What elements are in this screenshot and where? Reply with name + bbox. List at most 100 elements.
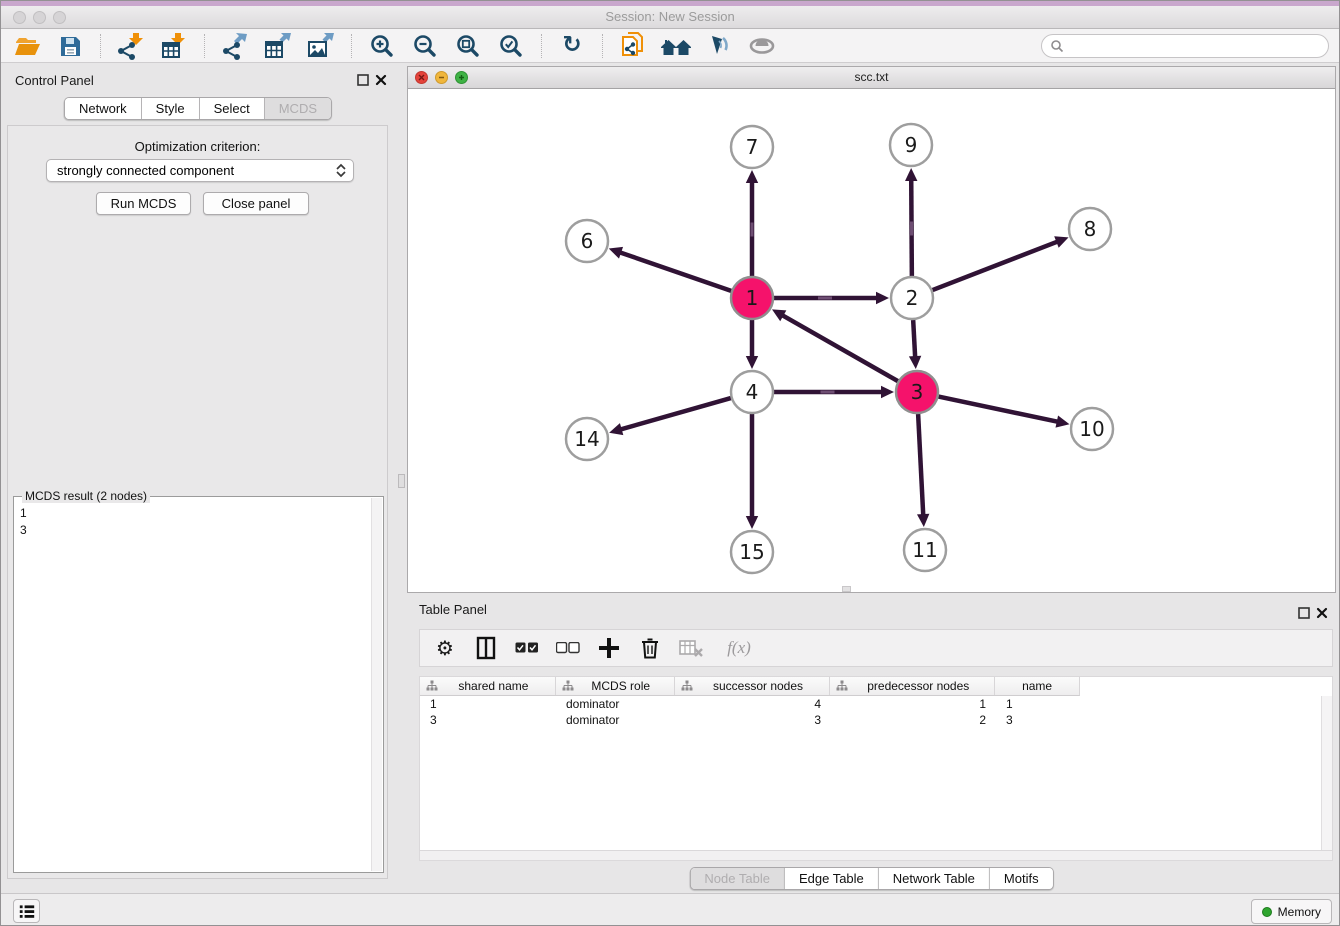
- edge-label-mark: [910, 221, 913, 235]
- criterion-dropdown[interactable]: strongly connected component: [46, 159, 354, 182]
- result-scrollbar[interactable]: [371, 498, 382, 871]
- task-history-button[interactable]: [13, 899, 40, 923]
- select-all-button[interactable]: [514, 635, 540, 661]
- export-image-icon: [306, 32, 336, 60]
- column-header-MCDS-role[interactable]: MCDS role: [556, 677, 675, 695]
- export-image-button[interactable]: [305, 32, 337, 60]
- network-from-file-button[interactable]: [617, 32, 649, 60]
- table-cell: 4: [675, 697, 831, 711]
- table-scrollbar[interactable]: [1321, 696, 1332, 850]
- edge-arrowhead: [917, 514, 929, 527]
- close-table-panel-icon[interactable]: [1316, 607, 1328, 619]
- column-header-successor-nodes[interactable]: successor nodes: [675, 677, 831, 695]
- tab-network[interactable]: Network: [65, 98, 142, 119]
- zoom-in-icon: [369, 33, 395, 59]
- graph-node-label: 3: [911, 380, 924, 404]
- table-tab-motifs[interactable]: Motifs: [990, 868, 1053, 889]
- search-input[interactable]: [1070, 39, 1320, 53]
- float-table-panel-icon[interactable]: [1298, 607, 1310, 619]
- close-panel-button[interactable]: Close panel: [203, 192, 309, 215]
- graph-edge-3-11[interactable]: [918, 414, 923, 516]
- edge-arrowhead: [746, 356, 758, 369]
- table-settings-button[interactable]: ⚙: [432, 635, 458, 661]
- table-row[interactable]: 1dominator411: [420, 696, 1332, 712]
- refresh-view-button[interactable]: ↻: [556, 32, 588, 60]
- import-network-button[interactable]: [115, 32, 147, 60]
- hierarchy-icon: [426, 680, 438, 692]
- add-row-button[interactable]: [596, 635, 622, 661]
- fit-content-button[interactable]: [452, 32, 484, 60]
- window-close-icon[interactable]: [13, 11, 26, 24]
- window-zoom-icon[interactable]: [53, 11, 66, 24]
- column-options-button[interactable]: [473, 635, 499, 661]
- delete-row-button[interactable]: [637, 635, 663, 661]
- deselect-all-button[interactable]: [555, 635, 581, 661]
- open-session-button[interactable]: [11, 32, 43, 60]
- column-header-shared-name[interactable]: shared name: [420, 677, 556, 695]
- trash-icon: [639, 636, 661, 660]
- zoom-selected-button[interactable]: [495, 32, 527, 60]
- graph-edge-2-3[interactable]: [913, 320, 915, 358]
- toolbar-separator: [602, 34, 603, 58]
- network-maximize-icon[interactable]: [455, 71, 468, 84]
- graph-edge-4-14[interactable]: [620, 398, 731, 430]
- table-hscrollbar[interactable]: [419, 851, 1333, 861]
- run-mcds-button[interactable]: Run MCDS: [96, 192, 191, 215]
- graph-edge-1-6[interactable]: [619, 252, 731, 291]
- export-network-icon: [220, 32, 250, 60]
- import-table-button[interactable]: [158, 32, 190, 60]
- export-table-button[interactable]: [262, 32, 294, 60]
- save-session-button[interactable]: [54, 32, 86, 60]
- zoom-out-button[interactable]: [409, 32, 441, 60]
- table-row[interactable]: 3dominator323: [420, 712, 1332, 728]
- control-panel-tabs: NetworkStyleSelectMCDS: [64, 97, 332, 120]
- mcds-result-title: MCDS result (2 nodes): [22, 489, 150, 503]
- save-floppy-icon: [58, 34, 82, 58]
- tab-mcds[interactable]: MCDS: [265, 98, 331, 119]
- float-panel-icon[interactable]: [357, 74, 369, 86]
- show-hide-button: [746, 32, 778, 60]
- tab-select[interactable]: Select: [200, 98, 265, 119]
- toolbar-separator: [351, 34, 352, 58]
- canvas-splitter-handle[interactable]: [842, 586, 851, 592]
- graph-node-label: 7: [746, 135, 759, 159]
- delete-table-icon: [678, 637, 704, 659]
- edge-arrowhead: [881, 386, 894, 398]
- window-minimize-icon[interactable]: [33, 11, 46, 24]
- close-panel-icon[interactable]: [375, 74, 387, 86]
- search-box[interactable]: [1041, 34, 1329, 58]
- home-button[interactable]: [660, 32, 692, 60]
- export-network-button[interactable]: [219, 32, 251, 60]
- graph-node-label: 9: [905, 133, 918, 157]
- network-minimize-icon[interactable]: [435, 71, 448, 84]
- optimization-criterion-label: Optimization criterion:: [8, 139, 387, 154]
- table-tab-node-table[interactable]: Node Table: [690, 868, 785, 889]
- panel-splitter-handle[interactable]: [398, 474, 405, 488]
- column-header-label: name: [1001, 679, 1079, 693]
- network-close-icon[interactable]: [415, 71, 428, 84]
- zoom-in-button[interactable]: [366, 32, 398, 60]
- tab-style[interactable]: Style: [142, 98, 200, 119]
- table-cell: 1: [996, 697, 1080, 711]
- network-canvas[interactable]: 7968124314101511: [408, 89, 1335, 592]
- mcds-result-box: MCDS result (2 nodes) 1 3: [13, 496, 384, 873]
- graph-edge-3-1[interactable]: [782, 315, 898, 381]
- toolbar-separator: [100, 34, 101, 58]
- home-houses-icon: [660, 34, 692, 58]
- table-tab-network-table[interactable]: Network Table: [879, 868, 990, 889]
- network-graph: 7968124314101511: [408, 89, 1335, 592]
- control-panel-title: Control Panel: [15, 73, 94, 88]
- graph-edge-2-8[interactable]: [933, 241, 1059, 290]
- column-header-predecessor-nodes[interactable]: predecessor nodes: [830, 677, 995, 695]
- network-window-titlebar: scc.txt: [408, 67, 1335, 89]
- graph-edge-3-10[interactable]: [939, 397, 1059, 422]
- column-header-name[interactable]: name: [995, 677, 1079, 695]
- function-builder-button: f(x): [719, 635, 759, 661]
- dropdown-stepper-icon: [333, 162, 349, 179]
- edge-label-mark: [818, 297, 832, 300]
- apply-style-button[interactable]: [703, 32, 735, 60]
- table-tab-edge-table[interactable]: Edge Table: [785, 868, 879, 889]
- memory-button[interactable]: Memory: [1251, 899, 1332, 924]
- edge-arrowhead: [609, 423, 623, 435]
- mcds-result-text[interactable]: 1 3: [15, 503, 370, 871]
